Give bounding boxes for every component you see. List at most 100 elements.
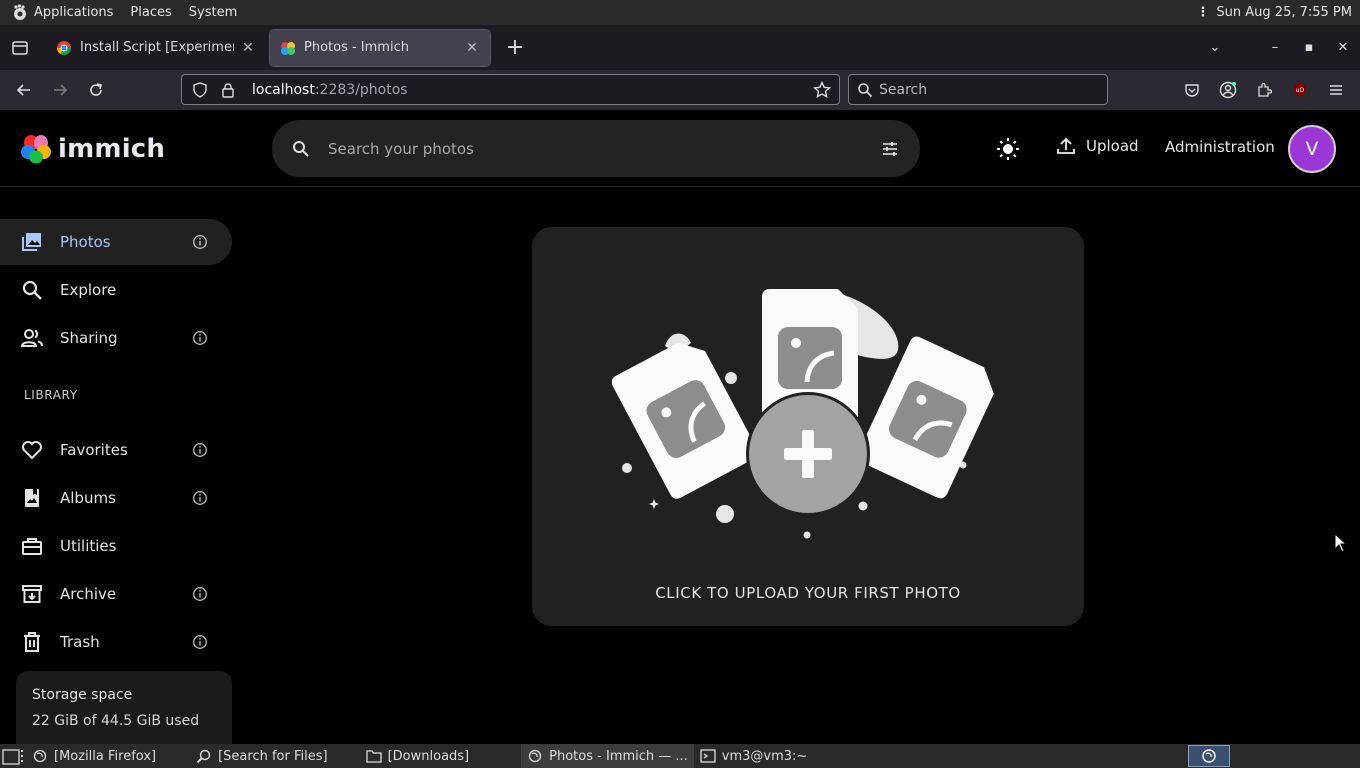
back-arrow-icon (16, 84, 30, 96)
forward-button[interactable] (42, 72, 78, 108)
window-minimize-button[interactable]: – (1258, 40, 1292, 55)
sharing-icon (20, 326, 44, 350)
taskbar-item-search-files[interactable]: [Search for Files] (190, 744, 333, 768)
user-avatar[interactable]: V (1288, 125, 1336, 173)
taskbar-item-label: vm3@vm3:~ (721, 748, 808, 764)
immich-app: immich Search your photos Upload Adminis… (0, 110, 1360, 747)
app-menu-button[interactable] (1318, 72, 1354, 108)
window-maximize-button[interactable]: ▪ (1292, 40, 1326, 55)
taskbar-item-label: [Downloads] (387, 748, 470, 764)
sidebar-item-label: Utilities (60, 537, 117, 555)
list-all-tabs-icon[interactable]: ⌄ (1198, 40, 1232, 55)
sidebar-item-sharing[interactable]: Sharing (0, 315, 232, 361)
window-close-button[interactable]: ✕ (1326, 40, 1360, 55)
sidebar-item-albums[interactable]: Albums (0, 475, 232, 521)
immich-favicon-icon (281, 41, 295, 55)
clock[interactable]: Sun Aug 25, 7:55 PM (1216, 5, 1352, 20)
sidebar-item-utilities[interactable]: Utilities (0, 523, 232, 569)
menu-places[interactable]: Places (130, 5, 171, 20)
navigation-bar: localhost:2283/photos Search uO (0, 70, 1360, 110)
upload-illustration-icon (612, 289, 994, 539)
firefox-view-button[interactable] (0, 39, 40, 57)
explore-icon (20, 278, 44, 302)
upload-button[interactable]: Upload (1056, 136, 1139, 156)
administration-link[interactable]: Administration (1165, 138, 1275, 156)
pocket-button[interactable] (1174, 72, 1210, 108)
sidebar-item-explore[interactable]: Explore (0, 267, 232, 313)
show-desktop-button[interactable] (0, 744, 26, 768)
taskbar-item-terminal[interactable]: vm3@vm3:~ (694, 744, 814, 768)
tab-install-script[interactable]: Install Script [Experimental] ✕ (46, 30, 266, 66)
tab-title: Photos - Immich (304, 40, 409, 55)
panel-handle-icon: ⋮ (1196, 5, 1209, 20)
pocket-icon (1185, 84, 1199, 97)
workspace-switcher[interactable] (1188, 745, 1230, 767)
sidebar-item-label: Albums (60, 489, 116, 507)
sidebar-item-label: Archive (60, 585, 117, 603)
browser-search-placeholder: Search (879, 81, 928, 98)
search-icon (293, 140, 309, 157)
sidebar-item-label: Photos (60, 233, 111, 251)
menu-system[interactable]: System (189, 5, 237, 20)
desktop-icon (2, 749, 23, 765)
upload-icon (1057, 137, 1075, 154)
hamburger-icon (1330, 85, 1342, 95)
reload-button[interactable] (78, 72, 114, 108)
terminal-icon (700, 748, 716, 764)
url-bar[interactable]: localhost:2283/photos (181, 74, 840, 105)
upload-placeholder[interactable]: CLICK TO UPLOAD YOUR FIRST PHOTO (532, 227, 1084, 626)
sidebar-item-photos[interactable]: Photos (0, 219, 232, 265)
url-text[interactable]: localhost:2283/photos (252, 82, 408, 98)
taskbar-item-label: [Search for Files] (218, 748, 328, 764)
taskbar-item-firefox[interactable]: [Mozilla Firefox] (26, 744, 162, 768)
photo-search-bar[interactable]: Search your photos (272, 120, 920, 177)
info-icon[interactable] (192, 442, 208, 458)
storage-panel[interactable]: Storage space 22 GiB of 44.5 GiB used (16, 671, 232, 747)
bookmark-star-icon[interactable] (813, 80, 831, 99)
taskbar-item-label: Photos - Immich — ... (549, 748, 688, 764)
immich-logo[interactable]: immich (20, 133, 165, 165)
info-icon[interactable] (192, 490, 208, 506)
photos-icon (20, 230, 44, 254)
browser-search-field[interactable]: Search (848, 74, 1108, 105)
tab-strip: Install Script [Experimental] ✕ Photos -… (0, 25, 1360, 70)
close-tab-icon[interactable]: ✕ (464, 40, 480, 56)
sidebar-item-favorites[interactable]: Favorites (0, 427, 232, 473)
ublock-icon: uO (1294, 83, 1306, 97)
taskbar-item-photos-immich[interactable]: Photos - Immich — ... (521, 744, 694, 768)
info-icon[interactable] (192, 586, 208, 602)
trash-icon (20, 630, 44, 654)
folder-icon (365, 748, 382, 764)
menu-applications[interactable]: Applications (34, 5, 113, 20)
account-icon (1219, 81, 1237, 99)
albums-icon (20, 486, 44, 510)
storage-title: Storage space (32, 687, 133, 703)
info-icon[interactable] (192, 330, 208, 346)
search-options-icon[interactable] (880, 139, 900, 159)
account-button[interactable] (1210, 72, 1246, 108)
back-button[interactable] (6, 72, 42, 108)
extensions-button[interactable] (1246, 72, 1282, 108)
firefox-icon (32, 748, 48, 764)
new-tab-button[interactable]: + (500, 33, 530, 63)
chrome-favicon-icon (57, 40, 71, 55)
reload-icon (90, 83, 102, 96)
brand-name: immich (58, 134, 166, 164)
page-info-icon (222, 82, 234, 98)
upload-label: Upload (1086, 137, 1139, 155)
search-files-icon (196, 748, 212, 764)
theme-toggle-button[interactable] (996, 137, 1020, 161)
gnome-foot-icon[interactable] (10, 3, 30, 23)
close-tab-icon[interactable]: ✕ (240, 40, 256, 56)
sun-icon (997, 138, 1019, 160)
ublock-button[interactable]: uO (1282, 72, 1318, 108)
sidebar-item-label: Explore (60, 281, 117, 299)
sidebar-item-archive[interactable]: Archive (0, 571, 232, 617)
sidebar-item-label: Trash (60, 633, 100, 651)
info-icon[interactable] (192, 234, 208, 250)
tab-photos-immich[interactable]: Photos - Immich ✕ (269, 28, 491, 67)
info-icon[interactable] (192, 634, 208, 650)
url-path: :2283/photos (314, 81, 408, 98)
taskbar-item-downloads[interactable]: [Downloads] (360, 744, 476, 768)
sidebar-item-trash[interactable]: Trash (0, 619, 232, 665)
